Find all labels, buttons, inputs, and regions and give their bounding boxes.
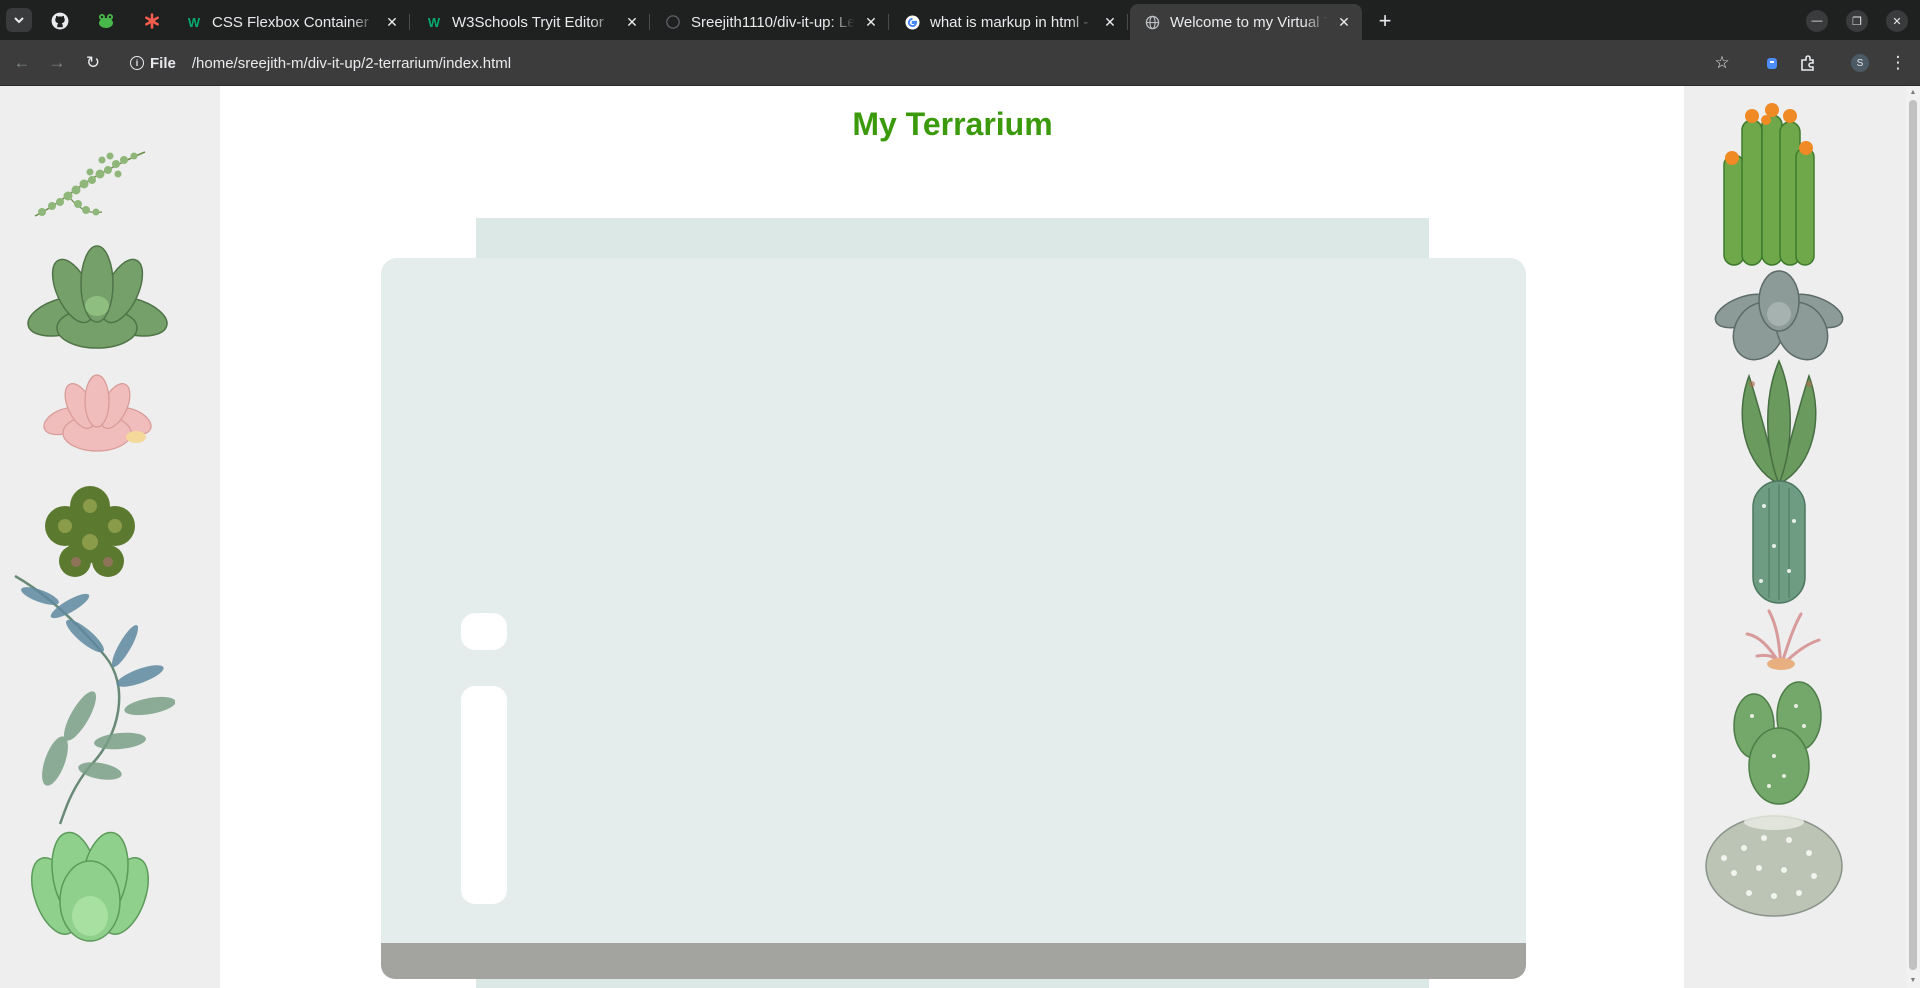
jar-base bbox=[476, 979, 1429, 988]
profile-button[interactable]: S bbox=[1848, 51, 1872, 75]
puzzle-icon bbox=[1801, 55, 1814, 71]
browser-menu-button[interactable]: ⋮ bbox=[1886, 51, 1910, 75]
string-of-pearls-plant[interactable] bbox=[30, 144, 150, 224]
scrollbar-thumb[interactable] bbox=[1909, 100, 1917, 970]
close-icon[interactable]: ✕ bbox=[863, 14, 879, 30]
eucalyptus-branch-plant[interactable] bbox=[10, 566, 175, 826]
scroll-down-icon[interactable]: ▼ bbox=[1909, 976, 1917, 984]
pinned-tab-frog[interactable] bbox=[86, 6, 126, 36]
tab-w3schools-tryit[interactable]: W W3Schools Tryit Editor ✕ bbox=[412, 4, 650, 40]
tab-github-repo[interactable]: Sreejith1110/div-it-up: Le ✕ bbox=[651, 4, 889, 40]
google-icon bbox=[904, 14, 920, 30]
w3schools-icon: W bbox=[427, 14, 441, 30]
arrow-left-icon: ← bbox=[13, 53, 31, 72]
tab-google-search[interactable]: what is markup in html - G ✕ bbox=[890, 4, 1128, 40]
jar-glossy-long bbox=[461, 686, 507, 904]
site-info-button[interactable]: i File bbox=[130, 55, 176, 72]
chevron-down-icon bbox=[14, 17, 24, 24]
left-plant-container bbox=[0, 86, 220, 988]
avatar: S bbox=[1851, 54, 1869, 72]
air-plant[interactable] bbox=[1739, 606, 1824, 671]
tab-title: what is markup in html - G bbox=[930, 13, 1094, 31]
github-icon bbox=[665, 14, 681, 30]
new-tab-button[interactable]: + bbox=[1372, 8, 1398, 34]
github-icon bbox=[51, 12, 69, 30]
page-scrollbar[interactable]: ▲ ▼ bbox=[1906, 86, 1920, 988]
tab-search-button[interactable] bbox=[6, 8, 32, 32]
pinned-tab-github[interactable] bbox=[40, 6, 80, 36]
page-viewport: My Terrarium ▲ ▼ bbox=[0, 86, 1920, 988]
page-title: My Terrarium bbox=[852, 106, 1053, 142]
tab-title: CSS Flexbox Container bbox=[212, 13, 369, 31]
tab-title: Welcome to my Virtual Te bbox=[1170, 13, 1328, 31]
close-icon[interactable]: ✕ bbox=[624, 14, 640, 30]
jar-bottom bbox=[381, 943, 1526, 979]
scroll-up-icon[interactable]: ▲ bbox=[1909, 88, 1917, 96]
site-info-label: File bbox=[150, 54, 176, 72]
pink-succulent-plant[interactable] bbox=[40, 371, 155, 456]
right-plant-container bbox=[1684, 86, 1906, 988]
echeveria-green-plant[interactable] bbox=[25, 236, 170, 351]
close-icon: ✕ bbox=[1892, 15, 1902, 28]
asterisk-icon bbox=[145, 13, 159, 29]
close-icon[interactable]: ✕ bbox=[1102, 14, 1118, 30]
plus-icon: + bbox=[1378, 8, 1392, 33]
aloe-plant[interactable] bbox=[1724, 356, 1834, 486]
echeveria-mint-plant[interactable] bbox=[30, 816, 150, 946]
jar-top bbox=[476, 218, 1429, 263]
columnar-cactus-plant[interactable] bbox=[1739, 476, 1819, 606]
back-button[interactable]: ← bbox=[10, 51, 34, 75]
prickly-pear-cactus-plant[interactable] bbox=[1724, 676, 1834, 806]
minimize-button[interactable]: — bbox=[1806, 10, 1828, 32]
jar-glossy-short bbox=[461, 613, 507, 650]
tab-css-flexbox[interactable]: W CSS Flexbox Container ✕ bbox=[172, 4, 410, 40]
extensions-menu-button[interactable] bbox=[1796, 51, 1820, 75]
kebab-menu-icon: ⋮ bbox=[1889, 53, 1907, 72]
address-bar[interactable]: i File /home/sreejith-m/div-it-up/2-terr… bbox=[120, 47, 1730, 79]
globe-icon bbox=[1144, 14, 1160, 30]
pinned-tab-asterisk[interactable] bbox=[132, 6, 172, 36]
browser-toolbar: ← → ↻ i File /home/sreejith-m/div-it-up/… bbox=[0, 40, 1920, 86]
forward-button[interactable]: → bbox=[45, 51, 69, 75]
jar-walls bbox=[381, 258, 1526, 978]
close-window-button[interactable]: ✕ bbox=[1886, 10, 1908, 32]
reload-button[interactable]: ↻ bbox=[81, 51, 105, 75]
info-icon: i bbox=[130, 56, 144, 70]
frog-icon bbox=[99, 14, 113, 28]
restore-icon: ❐ bbox=[1852, 15, 1862, 28]
star-icon: ☆ bbox=[1714, 53, 1730, 72]
tab-bar: W CSS Flexbox Container ✕ W W3Schools Tr… bbox=[0, 0, 1920, 40]
close-icon[interactable]: ✕ bbox=[384, 14, 400, 30]
reload-icon: ↻ bbox=[85, 53, 101, 72]
grey-echeveria-plant[interactable] bbox=[1714, 256, 1844, 366]
w3schools-icon: W bbox=[187, 14, 201, 30]
arrow-right-icon: → bbox=[48, 53, 66, 72]
ball-cactus-plant[interactable] bbox=[1704, 808, 1844, 918]
tab-title: Sreejith1110/div-it-up: Le bbox=[691, 13, 855, 31]
extension-button[interactable] bbox=[1760, 51, 1784, 75]
url-text[interactable]: /home/sreejith-m/div-it-up/2-terrarium/i… bbox=[192, 55, 511, 72]
tab-title: W3Schools Tryit Editor bbox=[452, 13, 604, 31]
restore-button[interactable]: ❐ bbox=[1846, 10, 1868, 32]
close-icon[interactable]: ✕ bbox=[1336, 14, 1352, 30]
extension-badge-icon bbox=[1767, 58, 1777, 69]
bookmark-button[interactable]: ☆ bbox=[1710, 51, 1734, 75]
tab-virtual-terrarium[interactable]: Welcome to my Virtual Te ✕ bbox=[1130, 4, 1362, 40]
minimize-icon: — bbox=[1811, 15, 1823, 27]
